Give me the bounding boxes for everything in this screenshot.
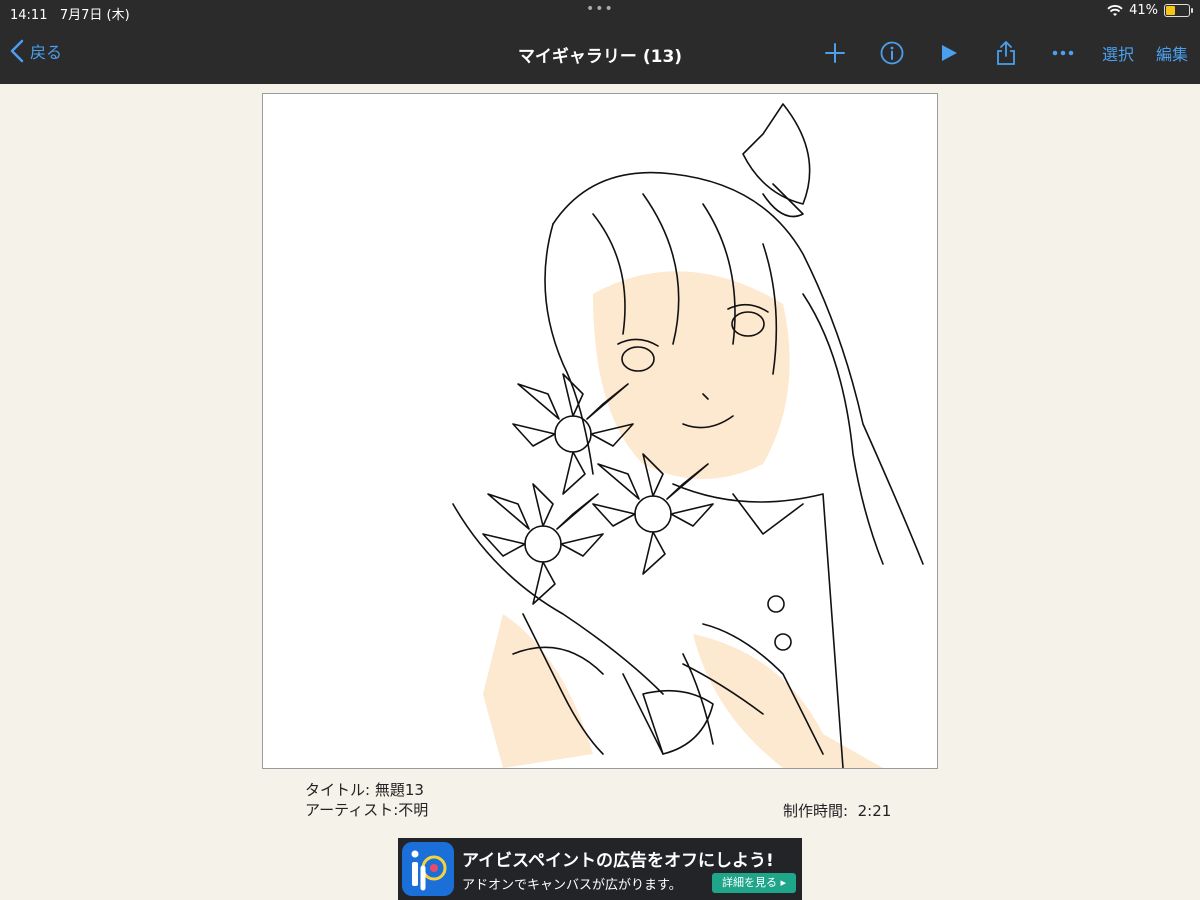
status-indicators: 41% [1107, 3, 1193, 18]
creation-time-label: 制作時間: [783, 802, 849, 820]
line-art-illustration-icon [452, 103, 924, 768]
toolbar-actions: 選択 編集 [795, 38, 1188, 68]
select-button[interactable]: 選択 [1102, 41, 1134, 65]
back-label: 戻る [30, 43, 63, 62]
multitasking-dots-icon[interactable]: ••• [586, 1, 614, 17]
ad-banner[interactable]: アイビスペイントの広告をオフにしよう! アドオンでキャンバスが広がります。 詳細… [398, 838, 802, 900]
status-bar: 14:11 7月7日 (木) ••• 41% [0, 0, 1200, 24]
creation-time-value: 2:21 [857, 802, 892, 820]
play-icon [941, 45, 957, 61]
plus-icon [824, 43, 845, 63]
more-icon [1052, 50, 1074, 56]
battery-icon [1164, 4, 1193, 17]
share-icon [997, 41, 1015, 65]
wifi-icon [1107, 4, 1123, 16]
navigation-bar: 戻る マイギャラリー (13) 選択 編集 [0, 24, 1200, 84]
info-icon [880, 41, 904, 65]
artwork-preview[interactable] [262, 93, 938, 769]
artwork-artist: アーティスト:不明 [305, 801, 429, 819]
more-button[interactable] [1046, 38, 1080, 68]
add-button[interactable] [818, 38, 852, 68]
info-button[interactable] [875, 38, 909, 68]
ibispaint-logo-icon [402, 842, 454, 896]
status-time: 14:11 7月7日 (木) [10, 8, 130, 23]
play-button[interactable] [932, 38, 966, 68]
battery-percent: 41% [1129, 3, 1158, 18]
artwork-meta: タイトル: 無題13 アーティスト:不明 [305, 780, 428, 820]
ad-headline: アイビスペイントの広告をオフにしよう! [462, 851, 774, 871]
chevron-left-icon [10, 39, 24, 63]
back-button[interactable]: 戻る [10, 39, 62, 63]
share-button[interactable] [989, 38, 1023, 68]
ad-subtext: アドオンでキャンバスが広がります。 [462, 878, 682, 893]
artwork-title: タイトル: 無題13 [305, 781, 424, 799]
ad-details-button[interactable]: 詳細を見る ▸ [712, 873, 796, 893]
creation-time: 制作時間: 2:21 [783, 800, 891, 821]
edit-button[interactable]: 編集 [1156, 41, 1188, 65]
